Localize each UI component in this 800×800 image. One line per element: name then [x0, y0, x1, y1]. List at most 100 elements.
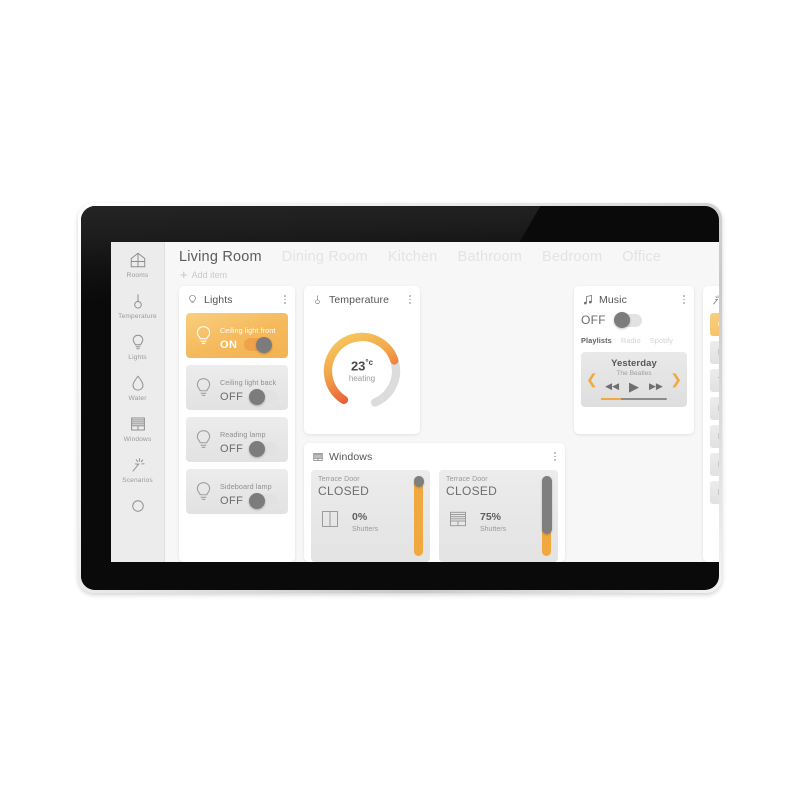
shutter-row: 0% Shutters — [318, 507, 409, 533]
music-card-title: Music — [599, 293, 627, 306]
scenario-item-coming-home[interactable]: Coming home — [710, 313, 719, 336]
window-tile[interactable]: Terrace Door CLOSED — [311, 470, 430, 562]
tablet-screen: Rooms Temperature Lights Water Windows S… — [111, 242, 719, 562]
add-item-label: Add item — [191, 269, 228, 280]
scenario-item-holiday-leave[interactable]: Holiday Leave — [710, 481, 719, 504]
sidebar-item-lights[interactable]: Lights — [111, 331, 164, 361]
rewind-icon[interactable]: ◀◀ — [605, 381, 619, 391]
temperature-card-header: Temperature — [311, 293, 413, 306]
light-toggle[interactable] — [249, 388, 278, 405]
tab-radio[interactable]: Radio — [621, 336, 641, 345]
sidebar-item-water[interactable]: Water — [111, 372, 164, 402]
light-row[interactable]: Ceiling light back OFF — [186, 365, 288, 410]
windows-card-title: Windows — [329, 450, 373, 463]
window-state: CLOSED — [446, 484, 498, 498]
chevron-right-icon[interactable]: ❯ — [669, 372, 683, 386]
light-state: ON — [220, 338, 238, 351]
sidebar-item-label: Temperature — [118, 312, 157, 320]
toggle-knob — [256, 336, 273, 353]
light-row[interactable]: Ceiling light front ON — [186, 313, 288, 358]
kebab-menu-icon[interactable] — [282, 293, 288, 306]
blinds-icon — [446, 509, 472, 531]
sidebar-item-temperature[interactable]: Temperature — [111, 290, 164, 320]
slider-knob[interactable] — [413, 476, 424, 487]
light-state-line: ON — [220, 336, 281, 353]
music-card: Music OFF Playlists Radio Spotify ❮ Yest… — [574, 286, 694, 434]
main-content: Living Room Dining Room Kitchen Bathroom… — [165, 242, 719, 562]
light-state-line: OFF — [220, 492, 281, 509]
sidebar-item-label: Rooms — [126, 271, 149, 279]
tab-bedroom[interactable]: Bedroom — [542, 249, 602, 265]
sidebar-item-windows[interactable]: Windows — [111, 413, 164, 443]
toggle-knob — [613, 312, 630, 328]
tab-spotify[interactable]: Spotify — [650, 336, 673, 345]
light-state: OFF — [220, 494, 244, 507]
temperature-card: Temperature 23°c heating — [304, 286, 420, 434]
progress-fill — [600, 397, 621, 401]
slider-knob[interactable] — [541, 476, 552, 534]
progress-bar[interactable] — [600, 397, 668, 401]
bulb-icon — [193, 375, 214, 401]
tab-playlists[interactable]: Playlists — [581, 336, 612, 345]
sidebar-item-label: Windows — [123, 435, 152, 443]
fast-forward-icon[interactable]: ▶▶ — [649, 381, 663, 391]
temperature-card-title: Temperature — [329, 293, 390, 306]
shutter-percent: 75% — [480, 511, 502, 523]
windows-tiles: Terrace Door CLOSED 0% Shutters Terrace … — [311, 470, 558, 562]
scenario-item-relaxation[interactable]: Relaxation — [710, 341, 719, 364]
sidebar-item-overflow[interactable] — [111, 496, 164, 517]
toggle-knob — [249, 388, 266, 405]
tab-dining-room[interactable]: Dining Room — [282, 249, 368, 265]
blinds-icon — [311, 450, 324, 463]
scenario-item-party[interactable]: Party — [710, 425, 719, 448]
shutter-slider[interactable] — [413, 476, 424, 556]
music-power-toggle[interactable] — [613, 312, 642, 328]
house-icon — [111, 249, 164, 270]
sidebar-item-rooms[interactable]: Rooms — [111, 249, 164, 279]
scenario-item-reading[interactable]: Reading — [710, 397, 719, 420]
light-row[interactable]: Sideboard lamp OFF — [186, 469, 288, 514]
shutter-readout: 0% Shutters — [352, 507, 378, 533]
kebab-menu-icon[interactable] — [407, 293, 413, 306]
music-source-tabs: Playlists Radio Spotify — [581, 336, 687, 345]
scenarios-list: Coming home Relaxation TV Reading Party … — [710, 313, 719, 504]
scenario-item-tv[interactable]: TV — [710, 369, 719, 392]
player-info: Yesterday The Beatles ◀◀ ▶ ▶▶ — [600, 358, 668, 401]
windows-card: Windows Terrace Door CLOSED 0% Shutters … — [304, 443, 565, 562]
scenario-item-dinner[interactable]: Dinner — [710, 453, 719, 476]
kebab-menu-icon[interactable] — [552, 450, 558, 463]
window-info: Terrace Door CLOSED — [318, 476, 409, 556]
window-panes-icon — [318, 509, 344, 531]
transport-controls: ◀◀ ▶ ▶▶ — [601, 380, 668, 393]
sidebar-item-label: Water — [128, 394, 147, 402]
tab-office[interactable]: Office — [622, 249, 661, 265]
kebab-menu-icon[interactable] — [681, 293, 687, 306]
window-name: Terrace Door — [318, 476, 360, 483]
play-icon[interactable]: ▶ — [629, 380, 639, 393]
magic-wand-icon — [111, 454, 164, 475]
tab-living-room[interactable]: Living Room — [179, 249, 262, 265]
light-row[interactable]: Reading lamp OFF — [186, 417, 288, 462]
bulb-icon — [111, 331, 164, 352]
shutter-percent: 0% — [352, 511, 368, 523]
tab-bathroom[interactable]: Bathroom — [458, 249, 522, 265]
light-state: OFF — [220, 442, 244, 455]
window-info: Terrace Door CLOSED — [446, 476, 537, 556]
light-toggle[interactable] — [249, 440, 278, 457]
plus-icon: + — [180, 267, 188, 282]
light-toggle[interactable] — [249, 492, 278, 509]
light-name: Reading lamp — [220, 430, 266, 439]
light-info: Ceiling light back OFF — [220, 372, 281, 405]
sidebar-item-scenarios[interactable]: Scenarios — [111, 454, 164, 484]
windows-card-header: Windows — [311, 450, 558, 463]
temperature-gauge[interactable]: 23°c heating — [316, 325, 408, 417]
lights-list: Ceiling light front ON Ceiling light bac… — [186, 313, 288, 514]
tab-kitchen[interactable]: Kitchen — [388, 249, 438, 265]
device-bezel: Rooms Temperature Lights Water Windows S… — [81, 206, 719, 590]
shutter-slider[interactable] — [541, 476, 552, 556]
window-tile[interactable]: Terrace Door CLOSED — [439, 470, 558, 562]
thermometer-icon — [111, 290, 164, 311]
add-item-button[interactable]: + Add item — [165, 265, 719, 286]
chevron-left-icon[interactable]: ❮ — [585, 372, 599, 386]
light-toggle[interactable] — [244, 336, 273, 353]
